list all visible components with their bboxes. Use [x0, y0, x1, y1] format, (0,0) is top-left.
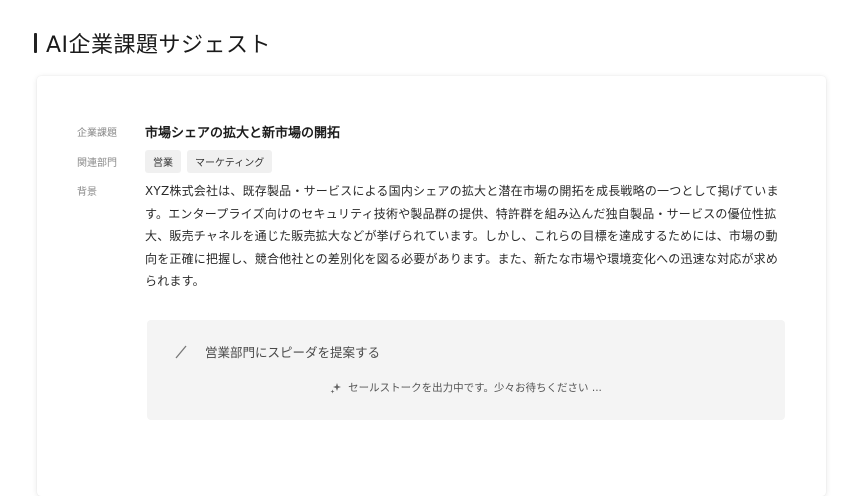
loading-status: セールストークを出力中です。少々お待ちください ... — [147, 380, 785, 395]
page-title: AI企業課題サジェスト — [46, 33, 272, 58]
department-tags: 営業 マーケティング — [145, 150, 273, 173]
suggestion-title: 営業部門にスピーダを提案する — [205, 345, 381, 360]
loading-text: セールストークを出力中です。少々お待ちください ... — [348, 382, 602, 394]
slash-icon — [175, 345, 187, 358]
page-header: AI企業課題サジェスト — [34, 27, 271, 59]
background-text: XYZ株式会社は、既存製品・サービスによる国内シェアの拡大と潜在市場の開拓を成長… — [145, 184, 779, 289]
issue-label: 企業課題 — [77, 128, 117, 139]
suggestion-panel: 営業部門にスピーダを提案する セールストークを出力中です。少々お待ちください .… — [147, 320, 785, 420]
suggestion-header[interactable]: 営業部門にスピーダを提案する — [175, 342, 380, 361]
sparkle-icon — [330, 382, 342, 393]
department-label: 関連部門 — [77, 158, 117, 169]
title-accent-bar — [34, 33, 37, 53]
department-tag-marketing: マーケティング — [187, 150, 273, 173]
issue-value: 市場シェアの拡大と新市場の開拓 — [145, 126, 341, 141]
department-tag-sales: 営業 — [145, 150, 181, 173]
background-label: 背景 — [77, 187, 97, 198]
issue-card: 企業課題 市場シェアの拡大と新市場の開拓 関連部門 営業 マーケティング 背景 … — [37, 76, 826, 496]
